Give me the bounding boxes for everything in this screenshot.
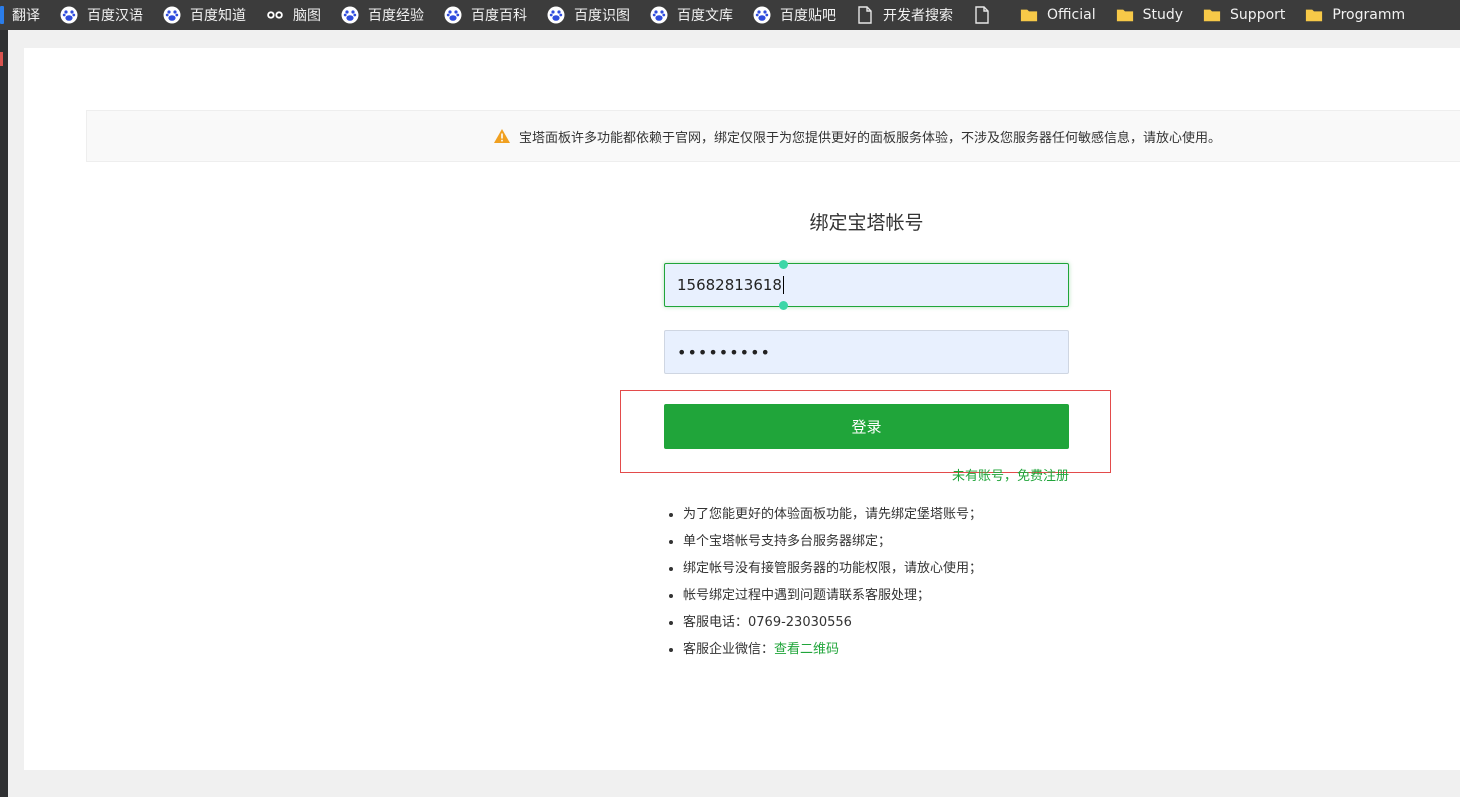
sidebar-indicator xyxy=(0,52,3,66)
baidu-paw-icon xyxy=(444,6,462,24)
bookmark-baidu-hanyu[interactable]: 百度汉语 xyxy=(60,0,153,30)
bookmark-baidu-wenku[interactable]: 百度文库 xyxy=(650,0,743,30)
folder-icon xyxy=(1020,6,1038,24)
list-item: 客服电话：0769-23030556 xyxy=(683,609,982,636)
list-item: 客服企业微信：查看二维码 xyxy=(683,636,982,663)
list-item: 单个宝塔帐号支持多台服务器绑定； xyxy=(683,528,982,555)
bookmark-baidu-zhidao[interactable]: 百度知道 xyxy=(163,0,256,30)
bookmark-baidu-tieba[interactable]: 百度贴吧 xyxy=(753,0,846,30)
register-link[interactable]: 未有账号，免费注册 xyxy=(869,465,1069,484)
bookmark-label: 百度百科 xyxy=(471,8,527,24)
bookmark-folder-support[interactable]: Support xyxy=(1203,0,1295,30)
folder-icon xyxy=(1116,6,1134,24)
password-input[interactable]: ••••••••• xyxy=(664,330,1069,374)
bookmark-label: Study xyxy=(1142,7,1184,23)
list-item: 帐号绑定过程中遇到问题请联系客服处理； xyxy=(683,582,982,609)
tip-text: 单个宝塔帐号支持多台服务器绑定； xyxy=(683,534,892,549)
baidu-paw-icon xyxy=(163,6,181,24)
bookmark-label: 脑图 xyxy=(293,8,321,24)
bookmark-label: 翻译 xyxy=(12,8,40,24)
warning-icon xyxy=(494,129,510,143)
tip-text: 绑定帐号没有接管服务器的功能权限，请放心使用； xyxy=(683,561,983,576)
bookmark-baidu-baike[interactable]: 百度百科 xyxy=(444,0,537,30)
translate-icon xyxy=(0,6,4,24)
tip-text: 帐号绑定过程中遇到问题请联系客服处理； xyxy=(683,588,931,603)
view-qrcode-link[interactable]: 查看二维码 xyxy=(774,642,839,657)
tips-list: 为了您能更好的体验面板功能，请先绑定堡塔账号； 单个宝塔帐号支持多台服务器绑定；… xyxy=(664,501,982,663)
list-item: 为了您能更好的体验面板功能，请先绑定堡塔账号； xyxy=(683,501,982,528)
bookmark-label: 百度知道 xyxy=(190,8,246,24)
bookmark-folder-study[interactable]: Study xyxy=(1116,0,1193,30)
bookmark-baidu-jingyan[interactable]: 百度经验 xyxy=(341,0,434,30)
baidu-paw-icon xyxy=(753,6,771,24)
bookmark-label: 百度经验 xyxy=(368,8,424,24)
mindmap-eyes-icon xyxy=(266,6,284,24)
page-icon xyxy=(856,6,874,24)
bookmark-baidu-shitu[interactable]: 百度识图 xyxy=(547,0,640,30)
baidu-paw-icon xyxy=(547,6,565,24)
login-button[interactable]: 登录 xyxy=(664,404,1069,449)
tip-text: 为了您能更好的体验面板功能，请先绑定堡塔账号； xyxy=(683,507,983,522)
baidu-paw-icon xyxy=(60,6,78,24)
bookmark-label: 百度文库 xyxy=(677,8,733,24)
bookmarks-bar: 翻译 百度汉语 百度知道 脑图 百度经验 百度百科 百度识图 百度文库 百度贴吧… xyxy=(0,0,1460,30)
bookmark-naotu[interactable]: 脑图 xyxy=(266,0,331,30)
left-sidebar-strip xyxy=(0,30,8,797)
bind-account-panel: 宝塔面板许多功能都依赖于官网，绑定仅限于为您提供更好的面板服务体验，不涉及您服务… xyxy=(24,48,1460,770)
bookmark-untitled[interactable] xyxy=(973,0,1010,30)
folder-icon xyxy=(1305,6,1323,24)
text-cursor xyxy=(778,260,788,310)
bookmark-label: 百度贴吧 xyxy=(780,8,836,24)
page-title: 绑定宝塔帐号 xyxy=(809,212,924,234)
folder-icon xyxy=(1203,6,1221,24)
list-item: 绑定帐号没有接管服务器的功能权限，请放心使用； xyxy=(683,555,982,582)
bookmark-label: 百度识图 xyxy=(574,8,630,24)
bookmark-label: 开发者搜索 xyxy=(883,8,953,24)
notice-banner: 宝塔面板许多功能都依赖于官网，绑定仅限于为您提供更好的面板服务体验，不涉及您服务… xyxy=(86,110,1460,162)
username-value: 15682813618 xyxy=(677,276,782,294)
bookmark-folder-official[interactable]: Official xyxy=(1020,0,1106,30)
notice-text: 宝塔面板许多功能都依赖于官网，绑定仅限于为您提供更好的面板服务体验，不涉及您服务… xyxy=(519,130,1222,146)
baidu-paw-icon xyxy=(650,6,668,24)
bookmark-translate[interactable]: 翻译 xyxy=(0,0,50,30)
notice-content: 宝塔面板许多功能都依赖于官网，绑定仅限于为您提供更好的面板服务体验，不涉及您服务… xyxy=(493,111,1221,161)
tip-text: 客服企业微信： xyxy=(683,642,775,657)
baidu-paw-icon xyxy=(341,6,359,24)
username-input[interactable]: 15682813618 xyxy=(664,260,1069,310)
bookmark-label: Programm xyxy=(1332,7,1406,23)
bookmark-folder-programm[interactable]: Programm xyxy=(1305,0,1415,30)
bookmark-label: Support xyxy=(1230,7,1286,23)
tip-text: 客服电话：0769-23030556 xyxy=(683,615,852,630)
bookmark-label: 百度汉语 xyxy=(87,8,143,24)
bookmark-label: Official xyxy=(1047,7,1096,23)
password-value: ••••••••• xyxy=(677,342,771,362)
bookmark-dev-search[interactable]: 开发者搜索 xyxy=(856,0,963,30)
page-icon xyxy=(973,6,991,24)
